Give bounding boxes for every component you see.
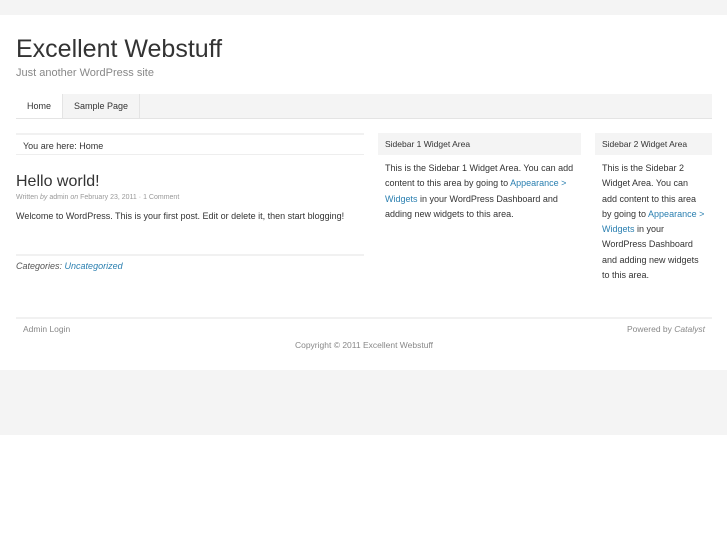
top-band [0, 0, 727, 15]
post-date: February 23, 2011 [80, 194, 137, 201]
byline-written: Written [16, 194, 39, 201]
sidebar-2-widget: Sidebar 2 Widget Area This is the Sideba… [595, 133, 712, 289]
post-body: Welcome to WordPress. This is your first… [16, 211, 345, 221]
byline-on: on [70, 194, 79, 201]
copyright: Copyright © 2011 Excellent Webstuff [294, 340, 434, 350]
sidebar-1-text: This is the Sidebar 1 Widget Area. You c… [378, 155, 581, 228]
post-byline: Written by admin on February 23, 2011 · … [16, 194, 179, 201]
nav-home[interactable]: Home [16, 94, 64, 118]
post-title[interactable]: Hello world! [16, 173, 100, 191]
nav-sample-page[interactable]: Sample Page [63, 94, 141, 118]
sidebar-2-title: Sidebar 2 Widget Area [595, 133, 712, 155]
post-categories: Categories: Uncategorized [16, 254, 364, 271]
breadcrumb: You are here: Home [16, 133, 364, 155]
comments-link[interactable]: 1 Comment [143, 194, 179, 201]
categories-label: Categories: [16, 261, 63, 271]
admin-login-link[interactable]: Admin Login [23, 324, 70, 334]
byline-sep: · [138, 194, 142, 201]
page-wrapper: Excellent Webstuff Just another WordPres… [1, 15, 725, 370]
sidebar-1-widget: Sidebar 1 Widget Area This is the Sideba… [378, 133, 581, 228]
main-nav: Home Sample Page [16, 94, 712, 119]
byline-by: by [40, 194, 48, 201]
powered-by-label: Powered by [627, 324, 672, 334]
site-tagline: Just another WordPress site [16, 67, 154, 79]
site-title[interactable]: Excellent Webstuff [16, 35, 222, 64]
bottom-band [0, 370, 727, 435]
sidebar-2-text: This is the Sidebar 2 Widget Area. You c… [595, 155, 712, 289]
author-link[interactable]: admin [49, 194, 68, 201]
powered-by: Powered by Catalyst [627, 324, 705, 334]
category-link[interactable]: Uncategorized [65, 261, 123, 271]
sidebar-1-title: Sidebar 1 Widget Area [378, 133, 581, 155]
catalyst-link[interactable]: Catalyst [674, 324, 705, 334]
footer: Admin Login Powered by Catalyst Copyrigh… [16, 317, 712, 350]
